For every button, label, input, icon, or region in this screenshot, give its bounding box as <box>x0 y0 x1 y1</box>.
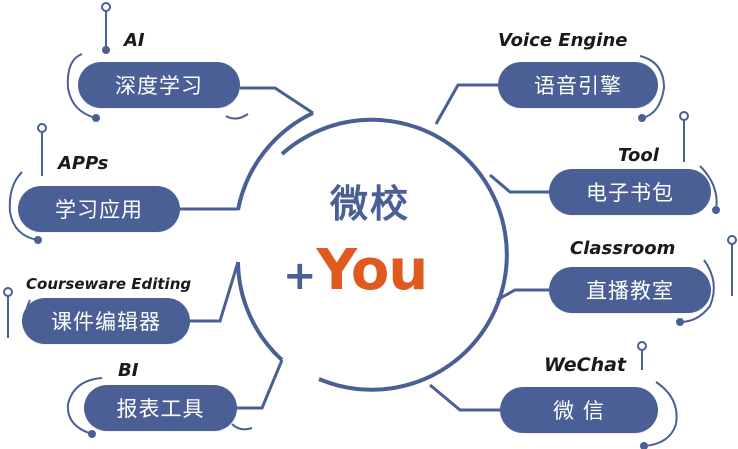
tag-voice: Voice Engine <box>498 30 628 51</box>
center-plus: + <box>283 253 317 299</box>
center-circle-bottom-arc <box>236 261 284 362</box>
tag-tool: Tool <box>618 145 659 166</box>
tag-wechat: WeChat <box>544 354 627 376</box>
node-voice[interactable]: 语音引擎 <box>498 62 658 108</box>
center-subtitle: +You <box>283 238 483 303</box>
connector-voice <box>434 83 498 125</box>
node-apps[interactable]: 学习应用 <box>18 186 180 232</box>
knob-apps <box>37 123 47 133</box>
tag-apps: APPs <box>58 153 109 174</box>
connector-wechat <box>429 383 500 412</box>
connector-ai <box>240 86 314 115</box>
tag-bi: BI <box>118 360 139 381</box>
knob-courseware <box>3 287 13 297</box>
node-ai[interactable]: 深度学习 <box>78 62 240 108</box>
center-title: 微校 <box>329 182 410 226</box>
tag-courseware: Courseware Editing <box>26 275 192 293</box>
connector-classroom <box>496 288 549 302</box>
node-bi[interactable]: 报表工具 <box>84 385 237 431</box>
node-wechat[interactable]: 微 信 <box>500 387 658 433</box>
connector-tool <box>489 173 549 194</box>
center-you: You <box>316 238 429 303</box>
node-classroom[interactable]: 直播教室 <box>549 267 711 313</box>
knob-tool <box>679 111 689 121</box>
connector-courseware <box>190 261 240 323</box>
connector-bi <box>237 359 284 410</box>
tag-classroom: Classroom <box>570 238 676 259</box>
knob-ai <box>101 2 111 12</box>
mindmap-canvas: 微校 +You AI 深度学习 APPs 学习应用 Courseware Edi… <box>0 0 738 449</box>
knob-wechat <box>637 341 647 351</box>
node-courseware[interactable]: 课件编辑器 <box>22 298 190 344</box>
node-tool[interactable]: 电子书包 <box>549 169 711 215</box>
tag-ai: AI <box>124 30 145 51</box>
knob-classroom <box>727 235 737 245</box>
